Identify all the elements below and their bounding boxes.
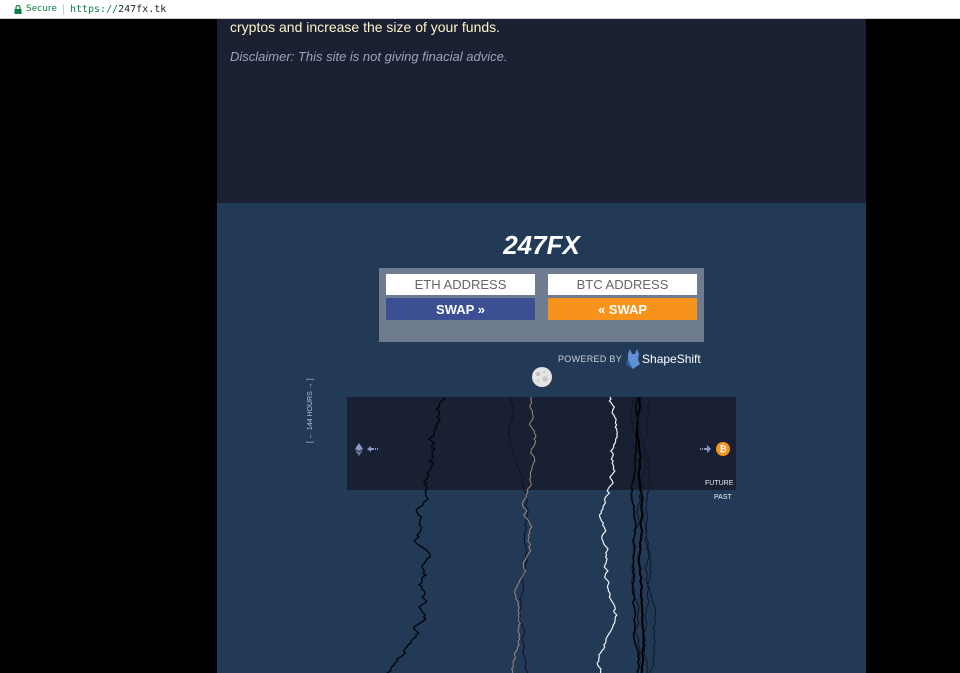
btc-icon: ₿	[700, 442, 730, 456]
url-host: 247fx.tk	[118, 3, 167, 15]
powered-by-label: POWERED BY	[558, 354, 623, 364]
svg-text:₿: ₿	[719, 444, 726, 455]
swap-btc-button[interactable]: « SWAP	[548, 298, 697, 320]
swap-form: SWAP » « SWAP	[379, 268, 704, 342]
price-trails	[386, 397, 657, 673]
trail-dark-4	[642, 397, 651, 673]
page: cryptos and increase the size of your fu…	[217, 19, 866, 673]
shapeshift-logo[interactable]: ShapeShift	[625, 348, 701, 370]
price-chart: ₿ FUTURE PAST [ ← 144 HOURS → ]	[307, 378, 736, 673]
eth-icon	[355, 443, 378, 456]
lock-icon	[14, 5, 22, 14]
secure-label: Secure	[26, 4, 57, 14]
swap-section: 247FX SWAP » « SWAP POWERED BY ShapeShif…	[217, 203, 866, 673]
eth-address-input[interactable]	[386, 274, 535, 295]
url-separator	[62, 3, 64, 15]
browser-address-bar[interactable]: Secure https:// 247fx.tk	[0, 0, 960, 19]
shapeshift-fox-icon	[626, 349, 641, 369]
moon-icon	[532, 367, 552, 387]
swap-eth-button[interactable]: SWAP »	[386, 298, 535, 320]
intro-section: cryptos and increase the size of your fu…	[217, 19, 866, 203]
future-label: FUTURE	[705, 480, 734, 487]
powered-by[interactable]: POWERED BY ShapeShift	[558, 348, 701, 370]
disclaimer-text: Disclaimer: This site is not giving fina…	[230, 49, 508, 64]
trail-black-1	[386, 397, 446, 673]
past-label: PAST	[714, 494, 732, 501]
shapeshift-text: ShapeShift	[642, 352, 701, 366]
time-span-label: [ ← 144 HOURS → ]	[307, 378, 314, 443]
btc-address-input[interactable]	[548, 274, 697, 295]
url-scheme: https://	[69, 3, 119, 15]
trail-white	[596, 397, 618, 673]
brand-title: 247FX	[503, 230, 580, 260]
intro-text: cryptos and increase the size of your fu…	[230, 19, 501, 35]
